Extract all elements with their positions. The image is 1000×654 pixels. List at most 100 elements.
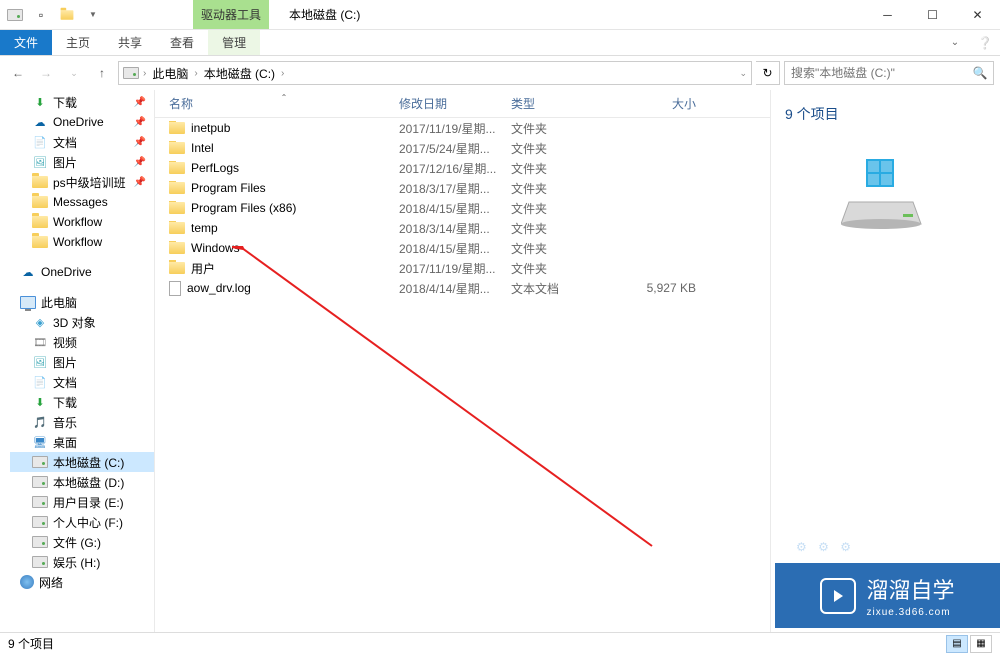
file-row[interactable]: Intel 2017/5/24/星期... 文件夹 <box>155 138 770 158</box>
address-dropdown-icon[interactable]: ⌄ <box>739 68 747 79</box>
file-row[interactable]: temp 2018/3/14/星期... 文件夹 <box>155 218 770 238</box>
file-type: 文本文档 <box>511 280 616 297</box>
nav-back-button[interactable]: ← <box>6 61 30 85</box>
sidebar-item[interactable]: 🖥桌面 <box>10 432 154 452</box>
sidebar-item[interactable]: 本地磁盘 (C:) <box>10 452 154 472</box>
chevron-right-icon[interactable]: › <box>143 68 146 79</box>
view-icons-button[interactable]: ▦ <box>970 635 992 653</box>
column-header-size[interactable]: 大小 <box>616 95 696 112</box>
file-type: 文件夹 <box>511 260 616 277</box>
minimize-button[interactable]: ─ <box>865 0 910 30</box>
qat-newfolder[interactable] <box>56 4 78 26</box>
tab-home[interactable]: 主页 <box>52 30 104 55</box>
file-date: 2018/4/14/星期... <box>399 280 511 297</box>
sidebar-item[interactable]: 🎞视频 <box>10 332 154 352</box>
window-title: 本地磁盘 (C:) <box>269 0 865 29</box>
qat-properties[interactable]: ▫ <box>30 4 52 26</box>
help-icon[interactable]: ❔ <box>970 30 1000 55</box>
sidebar-item-label: OneDrive <box>53 115 104 129</box>
sidebar-item[interactable]: 个人中心 (F:) <box>10 512 154 532</box>
file-type: 文件夹 <box>511 120 616 137</box>
sidebar-item-label: 用户目录 (E:) <box>53 494 124 511</box>
sidebar-item[interactable]: ⬇下载 <box>10 392 154 412</box>
file-row[interactable]: aow_drv.log 2018/4/14/星期... 文本文档 5,927 K… <box>155 278 770 298</box>
file-date: 2018/4/15/星期... <box>399 240 511 257</box>
sidebar-item[interactable]: 📄文档 <box>10 372 154 392</box>
search-box[interactable]: 🔍 <box>784 61 994 85</box>
column-header-date[interactable]: 修改日期 <box>399 95 511 112</box>
nav-up-button[interactable]: ↑ <box>90 61 114 85</box>
sidebar: ⬇下载📌☁OneDrive📌📄文档📌🖼图片📌ps中级培训班📌MessagesWo… <box>0 90 155 632</box>
sidebar-item[interactable]: 娱乐 (H:) <box>10 552 154 572</box>
navbar: ← → ⌄ ↑ › 此电脑 › 本地磁盘 (C:) › ⌄ ↻ 🔍 <box>0 56 1000 90</box>
file-row[interactable]: Windows 2018/4/15/星期... 文件夹 <box>155 238 770 258</box>
file-date: 2017/12/16/星期... <box>399 160 511 177</box>
sidebar-thispc[interactable]: 此电脑 <box>10 292 154 312</box>
sidebar-item[interactable]: ps中级培训班📌 <box>10 172 154 192</box>
watermark-brand: 溜溜自学 <box>866 578 954 603</box>
preview-title: 9 个项目 <box>785 104 986 124</box>
sidebar-item[interactable]: Messages <box>10 192 154 212</box>
file-date: 2018/3/14/星期... <box>399 220 511 237</box>
sidebar-item[interactable]: ☁OneDrive📌 <box>10 112 154 132</box>
chevron-right-icon[interactable]: › <box>281 68 284 79</box>
sidebar-item-label: 文件 (G:) <box>53 534 101 551</box>
sidebar-item-label: 下载 <box>53 94 77 111</box>
address-bar[interactable]: › 此电脑 › 本地磁盘 (C:) › ⌄ <box>118 61 752 85</box>
file-name: 用户 <box>191 260 215 277</box>
search-input[interactable] <box>785 66 967 80</box>
chevron-right-icon[interactable]: › <box>194 68 197 79</box>
sidebar-item[interactable]: 用户目录 (E:) <box>10 492 154 512</box>
sidebar-item-label: ps中级培训班 <box>53 174 126 191</box>
sidebar-item-label: 图片 <box>53 354 77 371</box>
refresh-button[interactable]: ↻ <box>756 61 780 85</box>
file-name: PerfLogs <box>191 161 239 175</box>
nav-history-dropdown[interactable]: ⌄ <box>62 61 86 85</box>
breadcrumb-current[interactable]: 本地磁盘 (C:) <box>202 65 277 82</box>
nav-forward-button[interactable]: → <box>34 61 58 85</box>
sidebar-network[interactable]: 网络 <box>10 572 154 592</box>
sidebar-item[interactable]: 🖼图片 <box>10 352 154 372</box>
tab-manage[interactable]: 管理 <box>208 30 260 55</box>
column-header-type[interactable]: 类型 <box>511 95 616 112</box>
file-row[interactable]: PerfLogs 2017/12/16/星期... 文件夹 <box>155 158 770 178</box>
sidebar-item[interactable]: 本地磁盘 (D:) <box>10 472 154 492</box>
sidebar-item[interactable]: 文件 (G:) <box>10 532 154 552</box>
file-name: Windows <box>191 241 240 255</box>
tab-view[interactable]: 查看 <box>156 30 208 55</box>
sidebar-item[interactable]: Workflow <box>10 232 154 252</box>
close-button[interactable]: ✕ <box>955 0 1000 30</box>
file-name: inetpub <box>191 121 230 135</box>
column-header-name[interactable]: 名称 ⌃ <box>169 95 399 112</box>
sidebar-item[interactable]: 🎵音乐 <box>10 412 154 432</box>
sidebar-item-label: 桌面 <box>53 434 77 451</box>
view-details-button[interactable]: ▤ <box>946 635 968 653</box>
search-icon[interactable]: 🔍 <box>967 62 993 84</box>
file-row[interactable]: 用户 2017/11/19/星期... 文件夹 <box>155 258 770 278</box>
file-date: 2017/11/19/星期... <box>399 120 511 137</box>
tab-file[interactable]: 文件 <box>0 30 52 55</box>
file-row[interactable]: Program Files (x86) 2018/4/15/星期... 文件夹 <box>155 198 770 218</box>
app-icon <box>4 4 26 26</box>
file-date: 2017/11/19/星期... <box>399 260 511 277</box>
pin-icon: 📌 <box>134 137 146 148</box>
sidebar-onedrive[interactable]: ☁OneDrive <box>10 262 154 282</box>
sidebar-item[interactable]: Workflow <box>10 212 154 232</box>
qat-dropdown[interactable]: ▼ <box>82 4 104 26</box>
status-bar: 9 个项目 ▤ ▦ <box>0 632 1000 654</box>
sidebar-item[interactable]: ◈3D 对象 <box>10 312 154 332</box>
maximize-button[interactable]: ☐ <box>910 0 955 30</box>
file-row[interactable]: Program Files 2018/3/17/星期... 文件夹 <box>155 178 770 198</box>
ribbon-context-title: 驱动器工具 <box>193 0 269 29</box>
sidebar-item[interactable]: 🖼图片📌 <box>10 152 154 172</box>
file-name: Program Files <box>191 181 266 195</box>
file-size: 5,927 KB <box>616 281 696 295</box>
tab-share[interactable]: 共享 <box>104 30 156 55</box>
breadcrumb-root[interactable]: 此电脑 <box>150 65 190 82</box>
sidebar-item[interactable]: ⬇下载📌 <box>10 92 154 112</box>
file-row[interactable]: inetpub 2017/11/19/星期... 文件夹 <box>155 118 770 138</box>
file-type: 文件夹 <box>511 140 616 157</box>
sidebar-item-label: Messages <box>53 195 108 209</box>
sidebar-item[interactable]: 📄文档📌 <box>10 132 154 152</box>
ribbon-expand-icon[interactable]: ⌄ <box>940 30 970 55</box>
